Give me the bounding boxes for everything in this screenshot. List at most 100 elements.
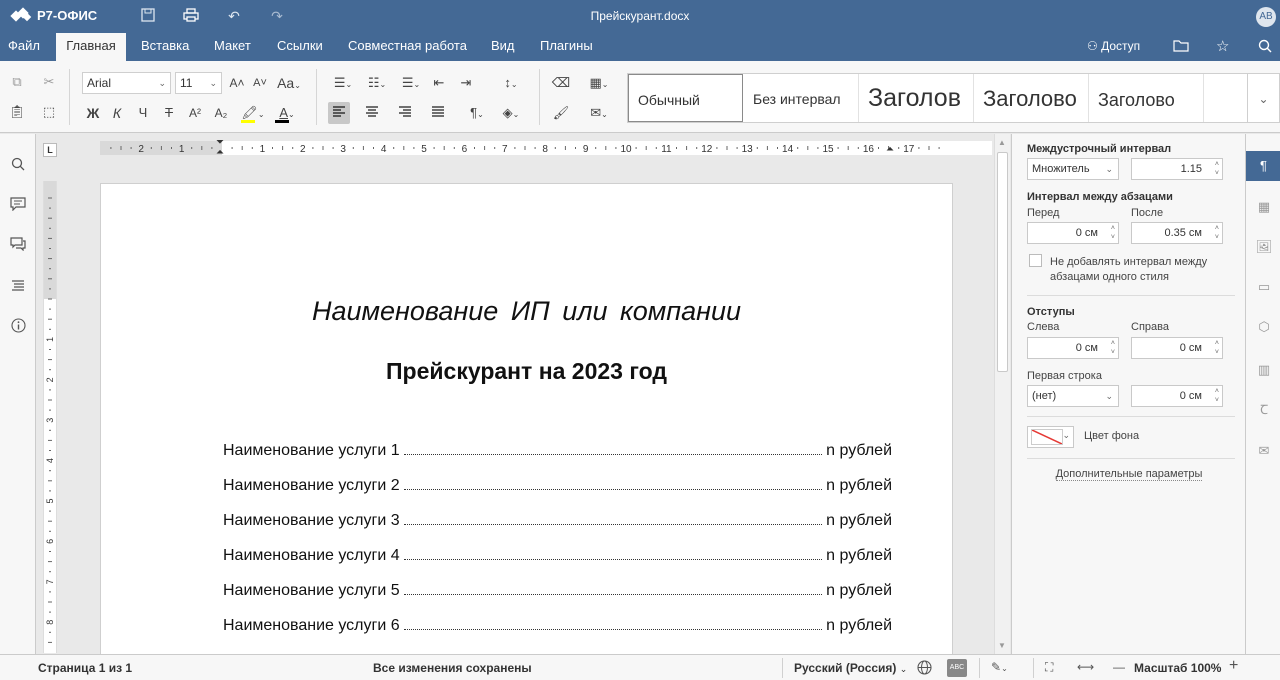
align-right-button[interactable]	[394, 102, 416, 124]
decrease-font-button[interactable]: A˅	[249, 72, 271, 94]
justify-button[interactable]	[427, 102, 449, 124]
left-indent-marker[interactable]: ⏶	[216, 147, 224, 158]
tab-plugins[interactable]: Плагины	[532, 33, 601, 61]
tab-layout[interactable]: Макет	[206, 33, 259, 61]
list-item[interactable]: Наименование услуги 2 n рублей	[223, 473, 892, 495]
color-scheme-button[interactable]: ▦⌄	[584, 72, 614, 94]
font-color-button[interactable]: A⌄	[272, 102, 302, 124]
increase-indent-icon[interactable]: ⇥	[455, 72, 477, 94]
language-select[interactable]: Русский (Россия) ⌄	[794, 661, 907, 675]
chat-icon[interactable]	[8, 236, 28, 256]
zoom-in-icon[interactable]: +	[1229, 657, 1238, 675]
font-size-select[interactable]: 11 ⌄	[175, 72, 222, 94]
undo-icon[interactable]: ↶	[225, 8, 243, 24]
tab-stop-selector[interactable]: L	[43, 143, 57, 157]
track-changes-icon[interactable]: ✎⌄	[991, 660, 1008, 674]
line-spacing-button[interactable]: ↕⌄	[496, 72, 526, 94]
spinner-icon[interactable]: ˄ ˅	[1215, 387, 1219, 405]
no-interval-checkbox[interactable]	[1029, 254, 1042, 267]
about-info-icon[interactable]	[8, 318, 28, 338]
comments-icon[interactable]	[8, 196, 28, 216]
highlight-color-button[interactable]: 🖍︎⌄	[238, 102, 268, 124]
font-name-select[interactable]: Arial ⌄	[82, 72, 171, 94]
spinner-icon[interactable]: ˄ ˅	[1111, 339, 1115, 357]
list-item[interactable]: Наименование услуги 1 n рублей	[223, 438, 892, 460]
fit-page-icon[interactable]: ⛶	[1045, 660, 1053, 675]
zoom-out-icon[interactable]: —	[1113, 660, 1125, 674]
zoom-level[interactable]: Масштаб 100%	[1134, 661, 1221, 675]
style-heading-3[interactable]: Заголово	[1089, 74, 1204, 122]
copy-style-icon[interactable]: 🖌︎	[550, 102, 572, 124]
navigation-icon[interactable]	[8, 277, 28, 297]
background-color-picker[interactable]: ⌄	[1027, 426, 1074, 448]
list-item[interactable]: Наименование услуги 3 n рублей	[223, 508, 892, 530]
cut-icon[interactable]: ✂	[38, 71, 60, 93]
vertical-ruler[interactable]: 123456789	[43, 181, 57, 653]
table-settings-icon[interactable]: ▦	[1253, 196, 1275, 218]
first-line-input[interactable]: 0 см ˄ ˅	[1131, 385, 1223, 407]
scroll-up-icon[interactable]: ▲	[998, 138, 1006, 147]
share-button[interactable]: ⚇ Доступ	[1087, 39, 1140, 53]
shape-settings-icon[interactable]: ⬡	[1253, 316, 1275, 338]
avatar[interactable]: AB	[1256, 7, 1276, 27]
search-icon[interactable]	[8, 156, 28, 176]
multilevel-list-button[interactable]: ☰⌄	[396, 72, 426, 94]
paste-icon[interactable]: 📋︎	[6, 101, 28, 123]
decrease-indent-icon[interactable]: ⇤	[428, 72, 450, 94]
favorite-star-icon[interactable]: ☆	[1216, 37, 1229, 55]
text-art-icon[interactable]: Ꞇ	[1253, 399, 1275, 421]
line-spacing-mode-select[interactable]: Множитель ⌄	[1027, 158, 1119, 180]
tab-collaboration[interactable]: Совместная работа	[340, 33, 475, 61]
paragraph-settings-icon[interactable]: ¶	[1246, 151, 1280, 181]
style-heading-2[interactable]: Заголово	[974, 74, 1089, 122]
copy-icon[interactable]: ⧉	[6, 71, 28, 93]
tab-home[interactable]: Главная	[56, 33, 126, 61]
mail-merge-button[interactable]: ✉⌄	[584, 102, 614, 124]
spell-check-icon[interactable]: ABC	[947, 659, 967, 677]
tab-references[interactable]: Ссылки	[269, 33, 331, 61]
print-icon[interactable]	[182, 8, 200, 24]
mail-merge-icon[interactable]: ✉	[1253, 440, 1275, 462]
first-line-mode-select[interactable]: (нет) ⌄	[1027, 385, 1119, 407]
superscript-button[interactable]: A²	[184, 102, 206, 124]
advanced-settings-link[interactable]: Дополнительные параметры	[1012, 468, 1246, 481]
numbering-button[interactable]: ☷⌄	[362, 72, 392, 94]
spacing-after-input[interactable]: 0.35 см ˄ ˅	[1131, 222, 1223, 244]
list-item[interactable]: Наименование услуги 6 n рублей	[223, 613, 892, 635]
strikethrough-button[interactable]: Т	[158, 102, 180, 124]
redo-icon[interactable]: ↷	[268, 8, 286, 24]
style-heading-1[interactable]: Заголов	[859, 74, 974, 122]
align-left-button[interactable]	[328, 102, 350, 124]
style-normal[interactable]: Обычный	[628, 74, 743, 122]
list-item[interactable]: Наименование услуги 4 n рублей	[223, 543, 892, 565]
scrollbar-thumb[interactable]	[997, 152, 1008, 372]
vertical-scrollbar[interactable]: ▲ ▼	[994, 134, 1010, 654]
shading-button[interactable]: ◈⌄	[496, 102, 526, 124]
align-center-button[interactable]	[361, 102, 383, 124]
spinner-icon[interactable]: ˄ ˅	[1215, 224, 1219, 242]
bold-button[interactable]: Ж	[82, 102, 104, 124]
open-location-icon[interactable]	[1173, 39, 1189, 55]
italic-button[interactable]: К	[106, 102, 128, 124]
company-name-text[interactable]: Наименование ИП или компании	[101, 296, 952, 327]
spinner-icon[interactable]: ˄ ˅	[1215, 339, 1219, 357]
right-indent-input[interactable]: 0 см ˄ ˅	[1131, 337, 1223, 359]
style-gallery-expand-button[interactable]: ⌄	[1248, 73, 1280, 123]
fit-width-icon[interactable]: ⟷	[1077, 660, 1094, 674]
app-logo[interactable]: Р7-ОФИС	[10, 6, 97, 23]
spinner-icon[interactable]: ˄ ˅	[1215, 160, 1219, 178]
subscript-button[interactable]: A₂	[210, 102, 232, 124]
spinner-icon[interactable]: ˄ ˅	[1111, 224, 1115, 242]
underline-button[interactable]: Ч	[132, 102, 154, 124]
search-icon[interactable]	[1258, 39, 1272, 56]
right-indent-marker[interactable]: ⏶	[886, 144, 894, 155]
bullets-button[interactable]: ☰⌄	[328, 72, 358, 94]
save-icon[interactable]	[139, 8, 157, 24]
tab-insert[interactable]: Вставка	[133, 33, 197, 61]
style-no-spacing[interactable]: Без интервал	[744, 74, 859, 122]
horizontal-ruler[interactable]: 2 1 1 2 3 4 5 6 7 8 9 10 11 12 13 14 15 16 17 ⏷ ⏶ ⏶	[100, 137, 992, 158]
document-language-globe-icon[interactable]	[917, 660, 932, 678]
left-indent-input[interactable]: 0 см ˄ ˅	[1027, 337, 1119, 359]
select-all-icon[interactable]: ⬚	[38, 101, 60, 123]
tab-file[interactable]: Файл	[0, 33, 48, 61]
